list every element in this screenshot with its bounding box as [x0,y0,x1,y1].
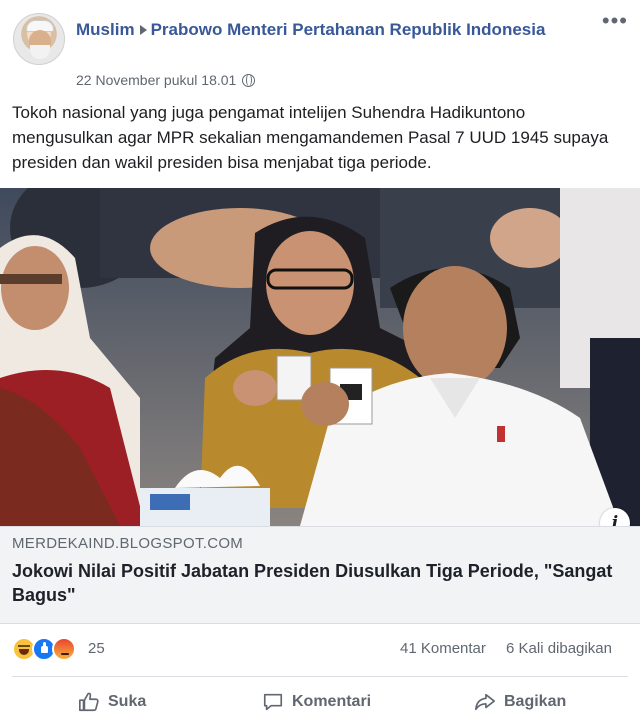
comment-icon [263,693,283,711]
action-bar: Suka Komentari Bagikan [0,680,640,724]
divider [12,676,628,677]
avatar-beard [30,45,50,59]
post-text: Tokoh nasional yang juga pengamat inteli… [12,103,609,172]
author-line: Muslim Prabowo Menteri Pertahanan Republi… [76,18,576,42]
share-count[interactable]: 6 Kali dibagikan [506,640,612,657]
link-preview-card[interactable]: MERDEKAIND.BLOGSPOT.COM Jokowi Nilai Pos… [0,526,640,624]
post-header: Muslim Prabowo Menteri Pertahanan Republi… [0,0,640,96]
share-button[interactable]: Bagikan [474,680,566,724]
author-name-link[interactable]: Muslim [76,20,135,39]
link-preview-image[interactable]: i [0,188,640,526]
share-label: Bagikan [504,693,567,710]
arrow-right-icon [139,25,147,36]
reaction-count[interactable]: 25 [88,640,105,657]
more-options-icon[interactable]: ••• [602,10,628,32]
post-stats: 25 41 Komentar 6 Kali dibagikan [0,632,640,668]
thumbs-up-icon [79,692,99,712]
group-name-link[interactable]: Prabowo Menteri Pertahanan Republik Indo… [151,20,546,39]
post-meta: 22 November pukul 18.01 [76,70,256,90]
link-title[interactable]: Jokowi Nilai Positif Jabatan Presiden Di… [12,559,632,607]
photo-illustration [0,188,640,526]
comment-button[interactable]: Komentari [262,680,371,724]
post-timestamp[interactable]: 22 November pukul 18.01 [76,72,236,88]
like-button[interactable]: Suka [78,680,146,724]
comment-count[interactable]: 41 Komentar [400,640,486,657]
like-label: Suka [108,693,147,710]
globe-icon [242,74,256,87]
comment-label: Komentari [292,693,372,710]
author-avatar[interactable] [13,13,65,65]
share-arrow-icon [475,693,495,711]
angry-icon [52,637,76,661]
link-domain: MERDEKAIND.BLOGSPOT.COM [12,535,244,552]
